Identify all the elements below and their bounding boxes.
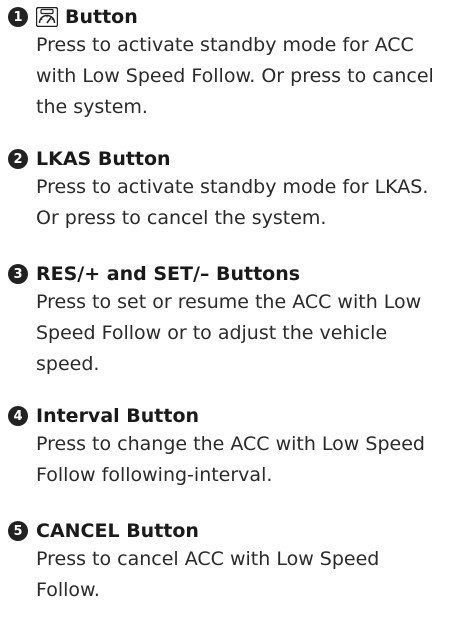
acc-speedometer-icon [36,7,58,27]
item-interval-button: 4 Interval Button Press to change the AC… [8,403,476,491]
item-cancel-button: 5 CANCEL Button Press to cancel ACC with… [8,518,476,606]
number-badge: 1 [8,7,28,27]
item-heading: 3 RES/+ and SET/– Buttons [8,261,476,287]
item-res-set-buttons: 3 RES/+ and SET/– Buttons Press to set o… [8,261,476,380]
description-line: Press to activate standby mode for LKAS. [36,176,429,198]
item-heading-text: LKAS Button [36,148,171,170]
description-line: Press to change the ACC with Low Speed [36,433,425,455]
description-line: Follow following-interval. [36,464,273,486]
description-line: Press to activate standby mode for ACC [36,34,414,56]
item-description: Press to cancel ACC with Low Speed Follo… [36,544,476,606]
item-heading-text: RES/+ and SET/– Buttons [36,263,301,285]
item-heading-text: CANCEL Button [36,520,199,542]
number-badge: 2 [8,149,28,169]
item-description: Press to set or resume the ACC with Low … [36,287,476,380]
item-heading-text: Button [65,6,138,28]
number-badge: 3 [8,264,28,284]
description-line: with Low Speed Follow. Or press to cance… [36,65,434,87]
item-description: Press to activate standby mode for ACC w… [36,30,476,123]
description-line: Press to cancel ACC with Low Speed [36,548,380,570]
description-line: Follow. [36,579,100,601]
item-heading: 2 LKAS Button [8,146,476,172]
number-badge: 5 [8,521,28,541]
item-heading: 1 Button [8,4,476,30]
number-badge: 4 [8,406,28,426]
description-line: Press to set or resume the ACC with Low [36,291,422,313]
description-line: Or press to cancel the system. [36,207,327,229]
item-heading: 4 Interval Button [8,403,476,429]
item-heading-text: Interval Button [36,405,200,427]
item-description: Press to activate standby mode for LKAS.… [36,172,476,234]
description-line: speed. [36,353,100,375]
item-acc-button: 1 Button Press to activate standby mode … [8,4,476,123]
instruction-page: 1 Button Press to activate standby mode … [0,0,476,639]
item-heading: 5 CANCEL Button [8,518,476,544]
description-line: the system. [36,96,148,118]
item-description: Press to change the ACC with Low Speed F… [36,429,476,491]
description-line: Speed Follow or to adjust the vehicle [36,322,388,344]
item-lkas-button: 2 LKAS Button Press to activate standby … [8,146,476,234]
